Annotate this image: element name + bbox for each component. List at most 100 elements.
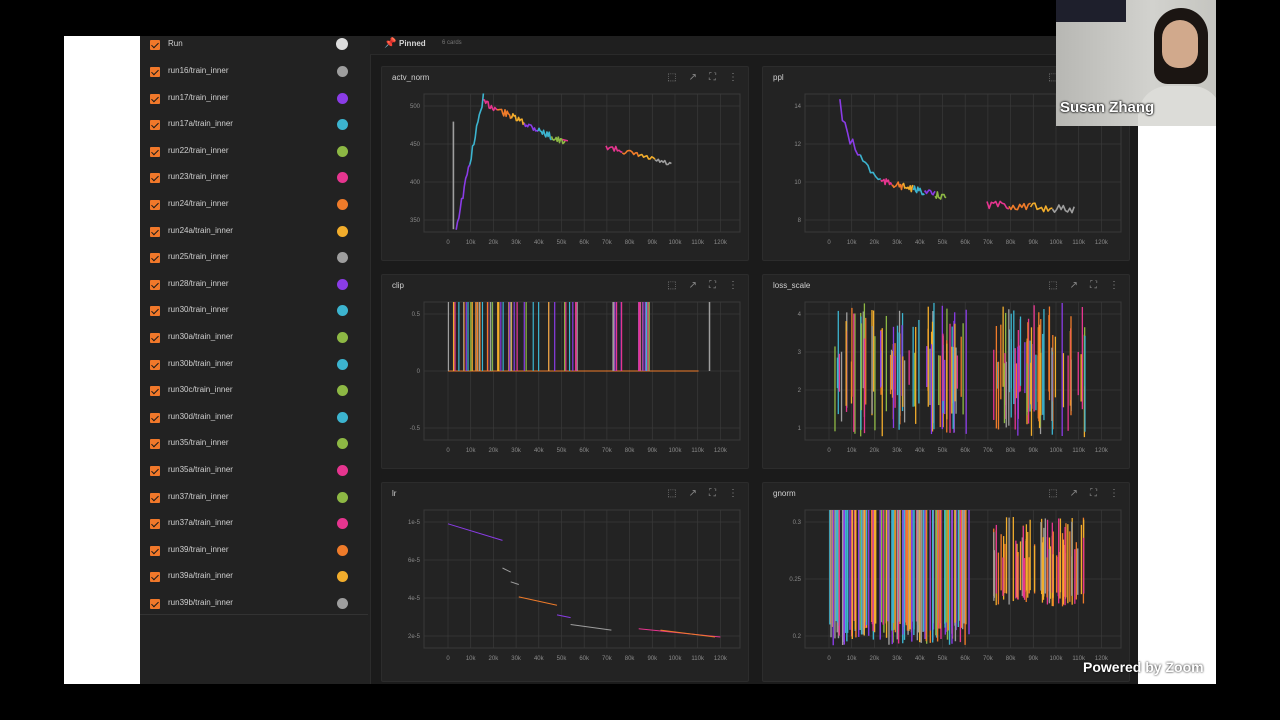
run-checkbox[interactable] [150,466,160,476]
run-checkbox[interactable] [150,173,160,184]
run-label: run30c/train_inner [168,385,233,395]
chart-card-clip: clip ⬚ ↗ ⛶ ⋮ 0 10k 20k 30k 40k 50k 60k 70k 80k 90k 100k… [381,274,749,469]
run-color-swatch[interactable] [337,332,348,343]
run-checkbox[interactable] [150,359,160,370]
series-line [901,182,914,193]
y-tick-label: 0.3 [793,520,802,526]
run-color-swatch[interactable] [337,225,348,237]
run-row[interactable]: run30/train_inner [140,302,370,322]
run-checkbox[interactable] [150,333,160,343]
run-color-swatch[interactable] [337,119,348,131]
run-checkbox[interactable] [150,519,160,530]
series-line [986,200,1010,210]
x-tick-label: 120k [1095,240,1109,246]
run-color-swatch[interactable] [337,518,348,530]
run-row[interactable]: run35a/train_inner [140,462,370,482]
run-row[interactable]: run17/train_inner [140,90,370,110]
x-tick-label: 90k [1028,656,1039,662]
run-label: run37a/train_inner [168,518,233,528]
run-checkbox[interactable] [150,226,160,237]
run-checkbox[interactable] [150,93,160,104]
run-row[interactable]: run16/train_inner [140,63,370,83]
y-tick-label: 0 [417,369,421,375]
run-row[interactable]: run30d/train_inner [140,409,370,429]
y-tick-label: 1 [798,426,802,432]
x-tick-label: 10k [466,656,477,662]
participant-video [1138,2,1216,126]
run-checkbox[interactable] [150,279,160,290]
chart-canvas[interactable]: 0 10k 20k 30k 40k 50k 60k 70k 80k 90k 100k 110k 120k… [763,483,1129,681]
run-row[interactable]: run30c/train_inner [140,382,370,402]
x-tick-label: 70k [602,448,613,454]
run-color-swatch[interactable] [337,438,348,450]
run-checkbox[interactable] [150,253,160,264]
run-label: run24/train_inner [168,199,229,208]
run-row[interactable]: run35/train_inner [140,435,370,455]
run-label: run37/train_inner [168,491,229,501]
run-color-swatch[interactable] [337,305,348,317]
run-color-swatch[interactable] [337,145,348,157]
run-checkbox[interactable] [150,306,160,317]
run-row[interactable]: run25/train_inner [140,249,370,269]
run-checkbox[interactable] [150,200,160,210]
chart-canvas[interactable]: 0 10k 20k 30k 40k 50k 60k 70k 80k 90k 100k 110k 120k… [382,483,748,681]
run-checkbox[interactable] [150,492,160,503]
run-color-swatch[interactable] [337,385,348,397]
run-color-swatch[interactable] [337,92,348,104]
run-row[interactable]: run39a/train_inner [140,568,370,588]
run-color-swatch[interactable] [337,278,348,290]
y-tick-label: 1e-5 [408,520,421,526]
chart-canvas[interactable]: 0 10k 20k 30k 40k 50k 60k 70k 80k 90k 100k 110k 120k… [382,67,748,260]
x-tick-label: 0 [446,240,450,246]
run-checkbox[interactable] [150,572,160,583]
run-color-swatch[interactable] [337,465,348,476]
x-tick-label: 80k [1006,656,1017,662]
run-color-swatch[interactable] [337,252,348,264]
run-checkbox[interactable] [150,120,160,131]
run-color-swatch[interactable] [337,411,348,423]
run-checkbox[interactable] [150,545,160,556]
run-checkbox[interactable] [150,386,160,397]
select-all-checkbox[interactable] [150,40,160,50]
run-row[interactable]: run37/train_inner [140,489,370,509]
run-row[interactable]: run22/train_inner [140,143,370,163]
run-color-swatch[interactable] [337,571,348,583]
series-line [510,112,525,126]
chart-canvas[interactable]: 0 10k 20k 30k 40k 50k 60k 70k 80k 90k 100k 110k 120k… [763,275,1129,468]
chart-card-actv-norm: actv_norm ⬚ ↗ ⛶ ⋮ 0 10k 20k 30k 40k 50k 60k 70k 80k 90… [381,66,749,261]
run-checkbox[interactable] [150,412,160,423]
run-checkbox[interactable] [150,67,160,77]
run-label: run17/train_inner [168,92,229,102]
run-row[interactable]: run39b/train_inner [140,595,370,615]
run-checkbox[interactable] [150,146,160,157]
run-color-swatch[interactable] [337,66,348,77]
run-row[interactable]: run39/train_inner [140,542,370,562]
run-row[interactable]: run30a/train_inner [140,329,370,349]
y-tick-label: 400 [410,180,421,186]
series-line [562,138,569,142]
run-row[interactable]: run37a/train_inner [140,515,370,535]
x-tick-label: 50k [938,240,949,246]
x-tick-label: 30k [892,656,903,662]
run-color-swatch[interactable] [337,358,348,370]
x-tick-label: 10k [847,448,858,454]
run-color-swatch[interactable] [337,199,348,210]
y-tick-label: 0.2 [793,634,802,640]
run-color-swatch[interactable] [337,598,348,609]
chart-canvas[interactable]: 0 10k 20k 30k 40k 50k 60k 70k 80k 90k 100k 110k 120k… [382,275,748,468]
palette-icon[interactable] [336,38,348,50]
run-row[interactable]: run30b/train_inner [140,356,370,376]
run-row[interactable]: run24a/train_inner [140,223,370,243]
run-label: run25/train_inner [168,252,229,262]
run-color-swatch[interactable] [337,491,348,503]
run-color-swatch[interactable] [337,172,348,184]
run-color-swatch[interactable] [337,544,348,556]
run-row[interactable]: run17a/train_inner [140,116,370,136]
x-tick-label: 60k [960,656,971,662]
run-checkbox[interactable] [150,439,160,450]
run-row[interactable]: run24/train_inner [140,196,370,216]
run-row[interactable]: run28/train_inner [140,276,370,296]
x-tick-label: 70k [602,656,613,662]
run-row[interactable]: run23/train_inner [140,169,370,189]
run-checkbox[interactable] [150,599,160,609]
